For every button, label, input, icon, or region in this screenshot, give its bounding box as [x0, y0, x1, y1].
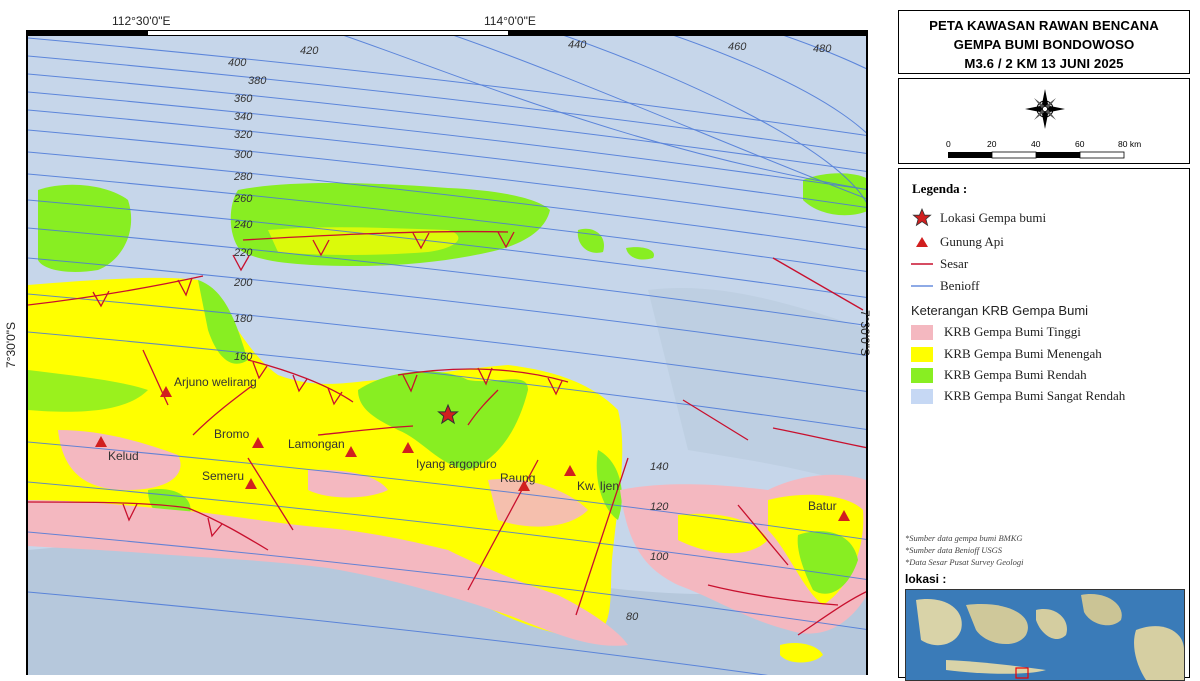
graticule-tick-1 [26, 30, 148, 36]
benioff-depth-label: 100 [650, 551, 669, 563]
legend-item-volcano: Gunung Api [911, 233, 1004, 251]
volcano-name-label: Semeru [202, 469, 244, 483]
krb-label-very-low: KRB Gempa Bumi Sangat Rendah [944, 388, 1126, 403]
benioff-depth-label: 460 [728, 41, 747, 53]
legend-item-fault: Sesar [911, 255, 968, 273]
map-title-line-3: M3.6 / 2 KM 13 JUNI 2025 [964, 56, 1124, 71]
benioff-depth-label: 320 [234, 129, 253, 141]
benioff-depth-label: 80 [626, 611, 639, 623]
benioff-depth-label: 120 [650, 501, 669, 513]
krb-legend-title: Keterangan KRB Gempa Bumi [911, 303, 1089, 318]
volcano-name-label: Iyang argopuro [416, 457, 497, 471]
benioff-depth-label: 380 [248, 75, 267, 87]
legend-label-volcano: Gunung Api [940, 234, 1004, 249]
legend-label-benioff: Benioff [940, 278, 980, 293]
legend-panel: Legenda : Lokasi Gempa bumi Gunung Api S… [898, 168, 1190, 681]
legend-label-earthquake: Lokasi Gempa bumi [940, 210, 1047, 225]
benioff-depth-label: 400 [228, 57, 247, 69]
krb-item-low: KRB Gempa Bumi Rendah [911, 367, 1087, 383]
volcano-name-label: Kelud [108, 449, 139, 463]
krb-item-high: KRB Gempa Bumi Tinggi [911, 324, 1081, 340]
benioff-depth-label: 420 [300, 45, 319, 57]
krb-swatch-very-low [911, 388, 933, 404]
north-arrow-icon [1025, 89, 1065, 129]
benioff-depth-label: 360 [234, 93, 253, 105]
volcano-name-label: Kw. Ijen [577, 479, 619, 493]
benioff-depth-label: 440 [568, 39, 587, 51]
volcano-name-label: Lamongan [288, 437, 345, 451]
krb-label-medium: KRB Gempa Bumi Menengah [944, 346, 1102, 361]
krb-swatch-high [911, 324, 933, 340]
title-panel: PETA KAWASAN RAWAN BENCANA GEMPA BUMI BO… [898, 10, 1190, 74]
location-inset-label: lokasi : [905, 572, 947, 586]
scale-graphic: 0 20 40 60 80 km [946, 89, 1141, 159]
scale-tick-0: 0 [946, 139, 951, 149]
krb-item-very-low: KRB Gempa Bumi Sangat Rendah [911, 388, 1125, 404]
benioff-depth-label: 300 [234, 149, 253, 161]
coord-label-left: 7°30'0"S [4, 321, 18, 368]
legend-item-benioff: Benioff [911, 277, 979, 295]
hazard-map: 400 380 360 340 320 300 280 260 240 220 200 180 160 1… [26, 30, 868, 675]
benioff-depth-label: 220 [233, 247, 253, 259]
volcano-name-label: Bromo [214, 427, 250, 441]
source-note-bmkg: *Sumber data gempa bumi BMKG [905, 533, 1023, 543]
benioff-depth-label: 340 [234, 111, 253, 123]
legend-title: Legenda : [912, 181, 968, 196]
inset-map-graphic [906, 590, 1184, 680]
benioff-line-icon [911, 278, 933, 294]
krb-label-high: KRB Gempa Bumi Tinggi [944, 324, 1081, 339]
benioff-depth-label: 480 [813, 43, 832, 55]
scale-panel: 0 20 40 60 80 km [898, 78, 1190, 164]
benioff-depth-label: 200 [233, 277, 253, 289]
krb-swatch-low [911, 367, 933, 383]
location-inset-map [905, 589, 1185, 681]
scale-tick-20: 20 [987, 139, 997, 149]
coord-label-right: 7°30'0"S [858, 310, 872, 357]
volcano-name-label: Arjuno welirang [174, 375, 257, 389]
scale-tick-40: 40 [1031, 139, 1041, 149]
coord-label-top-right: 114°0'0"E [484, 14, 536, 28]
krb-item-medium: KRB Gempa Bumi Menengah [911, 346, 1102, 362]
source-note-usgs: *Sumber data Benioff USGS [905, 545, 1003, 555]
map-canvas: 4003803603403203002802602402202001801601… [28, 30, 866, 675]
benioff-depth-label: 280 [233, 171, 253, 183]
benioff-depth-label: 260 [233, 193, 253, 205]
source-note-geology: *Data Sesar Pusat Survey Geologi [905, 557, 1024, 567]
benioff-depth-label: 140 [650, 461, 669, 473]
scale-tick-60: 60 [1075, 139, 1085, 149]
benioff-depth-label: 180 [234, 313, 253, 325]
krb-label-low: KRB Gempa Bumi Rendah [944, 367, 1087, 382]
legend-label-fault: Sesar [940, 256, 969, 271]
scale-tick-80: 80 km [1118, 139, 1141, 149]
star-icon [911, 208, 933, 227]
krb-swatch-medium [911, 346, 933, 362]
legend-item-earthquake: Lokasi Gempa bumi [911, 208, 1047, 227]
benioff-depth-label: 240 [233, 219, 253, 231]
map-title-line-2: GEMPA BUMI BONDOWOSO [953, 37, 1135, 52]
graticule-tick-2 [148, 30, 508, 36]
volcano-name-label: Raung [500, 471, 535, 485]
map-title-line-1: PETA KAWASAN RAWAN BENCANA [929, 18, 1159, 33]
scale-bar: 0 20 40 60 80 km [946, 139, 1141, 159]
volcano-name-label: Batur [808, 499, 837, 513]
volcano-triangle-icon [911, 234, 933, 250]
graticule-tick-3 [508, 30, 868, 36]
coord-label-top-left: 112°30'0"E [112, 14, 171, 28]
fault-line-icon [911, 256, 933, 272]
